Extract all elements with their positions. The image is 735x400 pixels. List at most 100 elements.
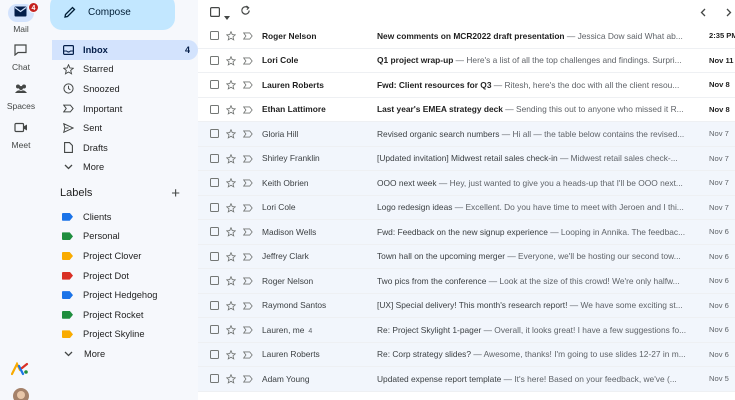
row-checkbox[interactable] (210, 202, 219, 212)
label-item-project-dot[interactable]: Project Dot (52, 266, 198, 286)
label-item-project-clover[interactable]: Project Clover (52, 246, 198, 266)
label-item-project-skyline[interactable]: Project Skyline (52, 325, 198, 345)
row-checkbox[interactable] (210, 55, 219, 65)
important-marker-icon[interactable] (242, 326, 253, 336)
star-icon[interactable] (225, 373, 237, 386)
sender-name: Ethan Lattimore (262, 104, 326, 115)
star-icon[interactable] (225, 349, 237, 362)
nav-label: Starred (83, 64, 114, 75)
compose-button[interactable]: Compose (50, 0, 175, 30)
email-row[interactable]: Adam Young Updated expense report templat… (198, 367, 735, 392)
email-row[interactable]: Lauren, me 4 Re: Project Skylight 1-pager … (198, 318, 735, 343)
nav-item-sent[interactable]: Sent (52, 118, 198, 138)
rail-mail[interactable]: 4 Mail (0, 2, 42, 34)
email-snippet: — It's here! Based on your feedback, we'… (501, 373, 677, 384)
nav-item-important[interactable]: Important (52, 99, 198, 119)
older-page-icon[interactable] (726, 4, 732, 22)
email-row[interactable]: Gloria Hill Revised organic search number… (198, 122, 735, 147)
star-icon[interactable] (225, 79, 237, 92)
important-marker-icon[interactable] (242, 302, 253, 312)
important-marker-icon[interactable] (242, 106, 253, 116)
star-icon[interactable] (225, 128, 237, 141)
important-marker-icon[interactable] (242, 179, 253, 189)
label-item-clients[interactable]: Clients (52, 207, 198, 227)
email-row[interactable]: Lauren Roberts Fwd: Client resources for … (198, 73, 735, 98)
star-icon[interactable] (225, 300, 237, 313)
row-checkbox[interactable] (210, 300, 219, 310)
row-checkbox[interactable] (210, 153, 219, 163)
important-marker-icon[interactable] (242, 155, 253, 165)
email-row[interactable]: Roger Nelson Two pics from the conference… (198, 269, 735, 294)
email-row[interactable]: Jeffrey Clark Town hall on the upcoming m… (198, 244, 735, 269)
nav-item-snoozed[interactable]: Snoozed (52, 79, 198, 99)
important-marker-icon[interactable] (242, 32, 253, 42)
rail-chat[interactable]: Chat (0, 42, 42, 72)
newer-page-icon[interactable] (700, 4, 706, 22)
rail-spaces[interactable]: Spaces (0, 81, 42, 111)
row-checkbox[interactable] (210, 104, 219, 114)
select-dropdown-icon[interactable] (224, 7, 230, 25)
email-subject: Logo redesign ideas (377, 202, 453, 213)
row-checkbox[interactable] (210, 251, 219, 261)
email-content: Fwd: Client resources for Q3 — Ritesh, h… (377, 80, 697, 90)
row-checkbox[interactable] (210, 276, 219, 286)
row-checkbox[interactable] (210, 349, 219, 359)
email-row[interactable]: Roger Nelson New comments on MCR2022 draf… (198, 24, 735, 49)
email-date: Nov 7 (709, 129, 729, 139)
email-row[interactable]: Ethan Lattimore Last year's EMEA strategy… (198, 97, 735, 122)
important-marker-icon[interactable] (242, 130, 253, 140)
label-item-personal[interactable]: Personal (52, 227, 198, 247)
nav-item-drafts[interactable]: Drafts (52, 138, 198, 158)
star-icon[interactable] (225, 177, 237, 190)
row-checkbox[interactable] (210, 325, 219, 335)
add-label-icon[interactable]: + (171, 185, 180, 202)
important-marker-icon[interactable] (242, 351, 253, 361)
star-icon[interactable] (225, 30, 237, 43)
important-marker-icon[interactable] (242, 228, 253, 238)
sender-name: Gloria Hill (262, 128, 299, 139)
email-row[interactable]: Keith Obrien OOO next week — Hey, just wa… (198, 171, 735, 196)
labels-more[interactable]: More (52, 344, 198, 364)
email-subject: [UX] Special delivery! This month's rese… (377, 300, 568, 311)
email-row[interactable]: Shirley Franklin [Updated invitation] Mid… (198, 146, 735, 171)
email-row[interactable]: Lauren Roberts Re: Corp strategy slides? … (198, 342, 735, 367)
important-marker-icon[interactable] (242, 375, 253, 385)
important-marker-icon[interactable] (242, 81, 253, 91)
nav-item-inbox[interactable]: Inbox 4 (52, 40, 198, 60)
row-checkbox[interactable] (210, 178, 219, 188)
email-row[interactable]: Lori Cole Logo redesign ideas — Excellent… (198, 195, 735, 220)
star-icon[interactable] (225, 104, 237, 117)
select-all-checkbox[interactable] (210, 4, 221, 22)
star-icon[interactable] (225, 226, 237, 239)
email-date: Nov 11 (709, 55, 734, 65)
rail-meet[interactable]: Meet (0, 120, 42, 150)
row-checkbox[interactable] (210, 80, 219, 90)
email-row[interactable]: Lori Cole Q1 project wrap-up — Here's a l… (198, 48, 735, 73)
row-checkbox[interactable] (210, 374, 219, 384)
important-marker-icon[interactable] (242, 253, 253, 263)
nav-item-starred[interactable]: Starred (52, 60, 198, 80)
email-snippet: — Looping in Annika. The feedbac... (547, 226, 686, 237)
important-marker-icon[interactable] (242, 277, 253, 287)
star-icon[interactable] (225, 324, 237, 337)
email-date: Nov 6 (709, 251, 729, 261)
star-icon[interactable] (225, 153, 237, 166)
nav-item-more[interactable]: More (52, 158, 198, 178)
star-icon[interactable] (225, 275, 237, 288)
refresh-icon[interactable] (240, 3, 251, 21)
label-item-project-rocket[interactable]: Project Rocket (52, 305, 198, 325)
star-icon[interactable] (225, 55, 237, 68)
row-checkbox[interactable] (210, 31, 219, 41)
important-marker-icon[interactable] (242, 204, 253, 214)
labels-title: Labels (60, 187, 93, 199)
row-checkbox[interactable] (210, 227, 219, 237)
email-row[interactable]: Raymond Santos [UX] Special delivery! Thi… (198, 293, 735, 318)
label-item-project-hedgehog[interactable]: Project Hedgehog (52, 285, 198, 305)
email-date: Nov 7 (709, 178, 729, 188)
star-icon[interactable] (225, 202, 237, 215)
account-avatar[interactable] (13, 388, 29, 400)
important-marker-icon[interactable] (242, 57, 253, 67)
email-row[interactable]: Madison Wells Fwd: Feedback on the new si… (198, 220, 735, 245)
star-icon[interactable] (225, 251, 237, 264)
row-checkbox[interactable] (210, 129, 219, 139)
